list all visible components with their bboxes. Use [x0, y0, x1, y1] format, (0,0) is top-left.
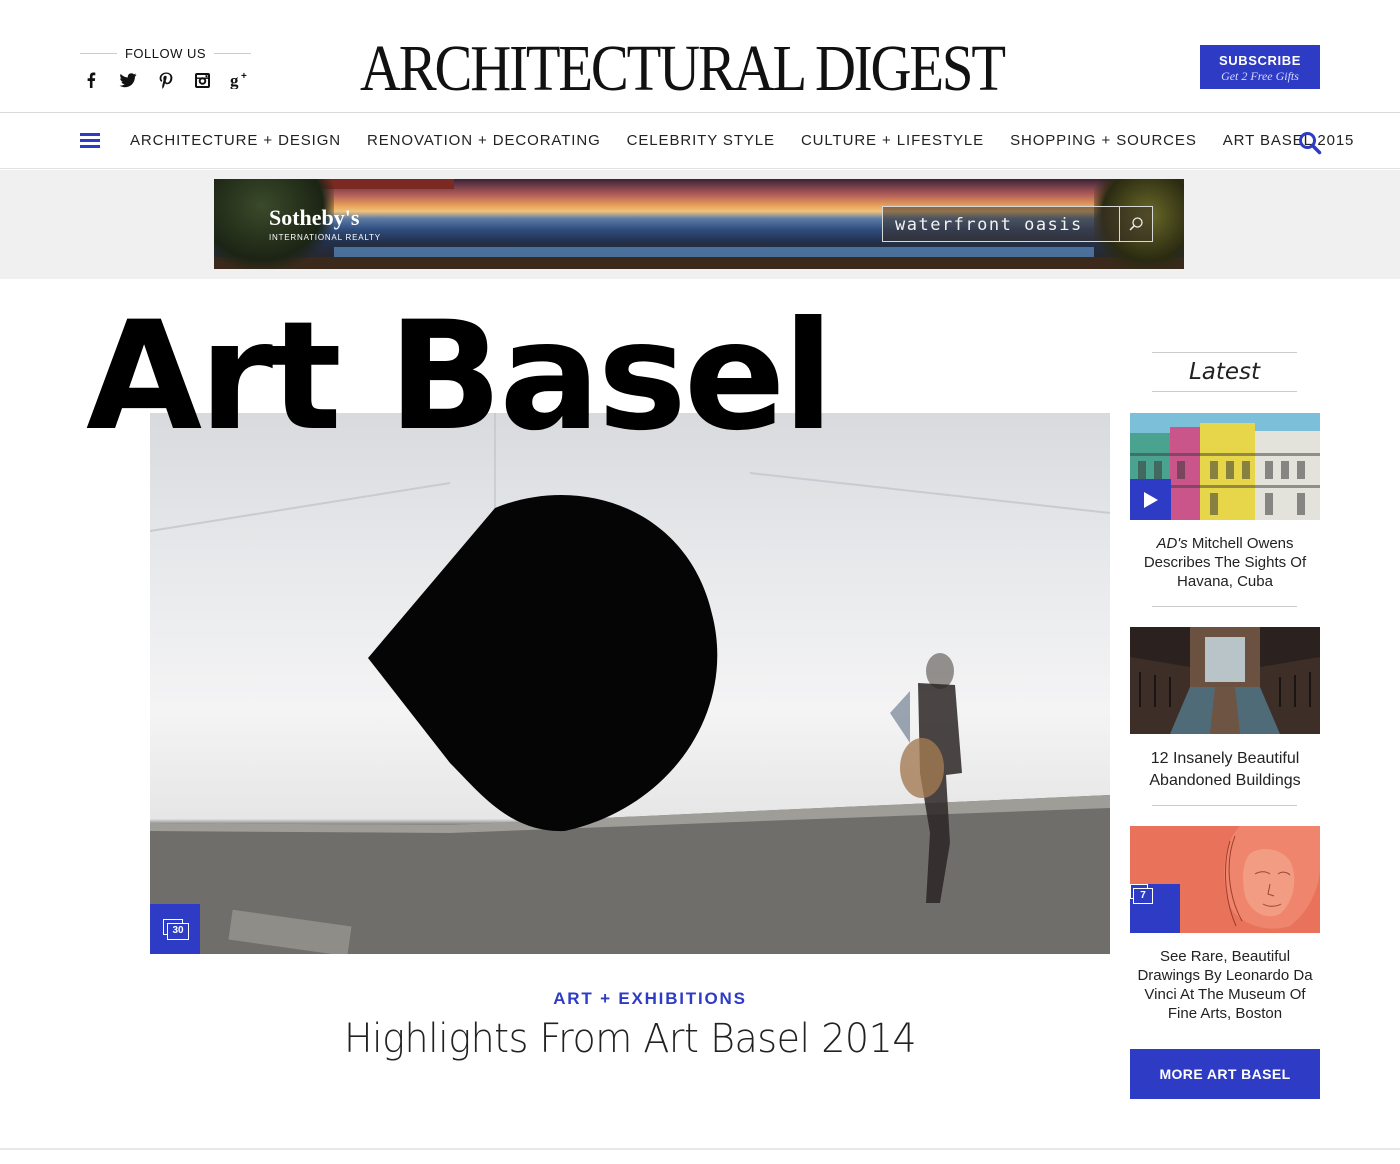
nav-item-culture-lifestyle[interactable]: CULTURE + LIFESTYLE	[801, 132, 984, 149]
google-plus-icon[interactable]: g +	[229, 70, 251, 90]
nav-item-shopping-sources[interactable]: SHOPPING + SOURCES	[1010, 132, 1197, 149]
follow-us: FOLLOW US g +	[80, 46, 251, 90]
nav-item-art-basel-2015[interactable]: ART BASEL 2015	[1223, 132, 1355, 149]
sidebar-card-caption: AD's Mitchell Owens Describes The Sights…	[1143, 535, 1307, 590]
ad-brand-sub: INTERNATIONAL REALTY	[269, 233, 381, 242]
havana-thumbnail[interactable]	[1130, 413, 1320, 520]
page-title: Art Basel	[86, 290, 834, 464]
site-logo[interactable]: ARCHITECTURAL DIGEST	[360, 36, 1006, 102]
instagram-icon[interactable]	[192, 70, 214, 90]
subscribe-button[interactable]: SUBSCRIBE Get 2 Free Gifts	[1200, 45, 1320, 89]
gallery-icon[interactable]: 7	[1130, 884, 1180, 933]
sidebar-card-caption: See Rare, Beautiful Drawings By Leonardo…	[1137, 948, 1313, 1022]
ad-search-icon[interactable]	[1119, 207, 1152, 241]
gallery-count: 30	[167, 923, 189, 940]
feature-headline[interactable]: Highlights From Art Basel 2014	[174, 1016, 1086, 1062]
gallery-icon[interactable]: 30	[150, 904, 200, 954]
nav-item-architecture-design[interactable]: ARCHITECTURE + DESIGN	[130, 132, 341, 149]
sidebar-card-havana[interactable]: AD's Mitchell Owens Describes The Sights…	[1130, 413, 1320, 591]
ad-search-box[interactable]: waterfront oasis	[882, 206, 1153, 242]
play-icon[interactable]	[1130, 479, 1171, 520]
site-header: FOLLOW US g + ARCHITECTURAL DIGEST SUBSCR…	[0, 0, 1400, 113]
ad-search-input[interactable]: waterfront oasis	[895, 215, 1083, 235]
more-art-basel-button[interactable]: MORE ART BASEL	[1130, 1049, 1320, 1099]
main-nav: ARCHITECTURE + DESIGN RENOVATION + DECOR…	[0, 114, 1400, 169]
banner-ad[interactable]: Sotheby's INTERNATIONAL REALTY waterfron…	[214, 179, 1184, 269]
sidebar-divider	[1152, 606, 1297, 607]
latest-heading: Latest	[1152, 352, 1297, 392]
footer-divider	[0, 1148, 1400, 1150]
sidebar-card-da-vinci[interactable]: 7 See Rare, Beautiful Drawings By Leonar…	[1130, 826, 1320, 1023]
subscribe-sublabel: Get 2 Free Gifts	[1221, 69, 1299, 83]
nav-item-renovation-decorating[interactable]: RENOVATION + DECORATING	[367, 132, 601, 149]
gallery-count: 7	[1133, 888, 1153, 904]
social-links: g +	[80, 70, 251, 90]
ad-band: Sotheby's INTERNATIONAL REALTY waterfron…	[0, 170, 1400, 279]
sidebar-divider	[1152, 805, 1297, 806]
abandoned-buildings-thumbnail[interactable]	[1130, 627, 1320, 734]
menu-icon[interactable]	[80, 133, 100, 149]
search-icon[interactable]	[1298, 131, 1322, 155]
feature-kicker[interactable]: ART + EXHIBITIONS	[150, 989, 1150, 1009]
twitter-icon[interactable]	[117, 70, 139, 90]
sidebar-card-abandoned-buildings[interactable]: 12 Insanely Beautiful Abandoned Building…	[1130, 627, 1320, 792]
da-vinci-thumbnail[interactable]: 7	[1130, 826, 1320, 933]
ad-brand: Sotheby's INTERNATIONAL REALTY	[269, 205, 381, 242]
nav-item-celebrity-style[interactable]: CELEBRITY STYLE	[627, 132, 775, 149]
svg-text:+: +	[241, 71, 247, 82]
svg-text:g: g	[230, 71, 239, 89]
feature-image[interactable]	[150, 413, 1110, 954]
follow-us-label: FOLLOW US	[80, 46, 251, 61]
nav-items: ARCHITECTURE + DESIGN RENOVATION + DECOR…	[130, 132, 1380, 149]
subscribe-label: SUBSCRIBE	[1219, 53, 1301, 68]
pinterest-icon[interactable]	[155, 70, 177, 90]
sidebar-card-caption: 12 Insanely Beautiful Abandoned Building…	[1149, 750, 1301, 789]
ad-brand-name: Sotheby's	[269, 205, 360, 230]
facebook-icon[interactable]	[80, 70, 102, 90]
